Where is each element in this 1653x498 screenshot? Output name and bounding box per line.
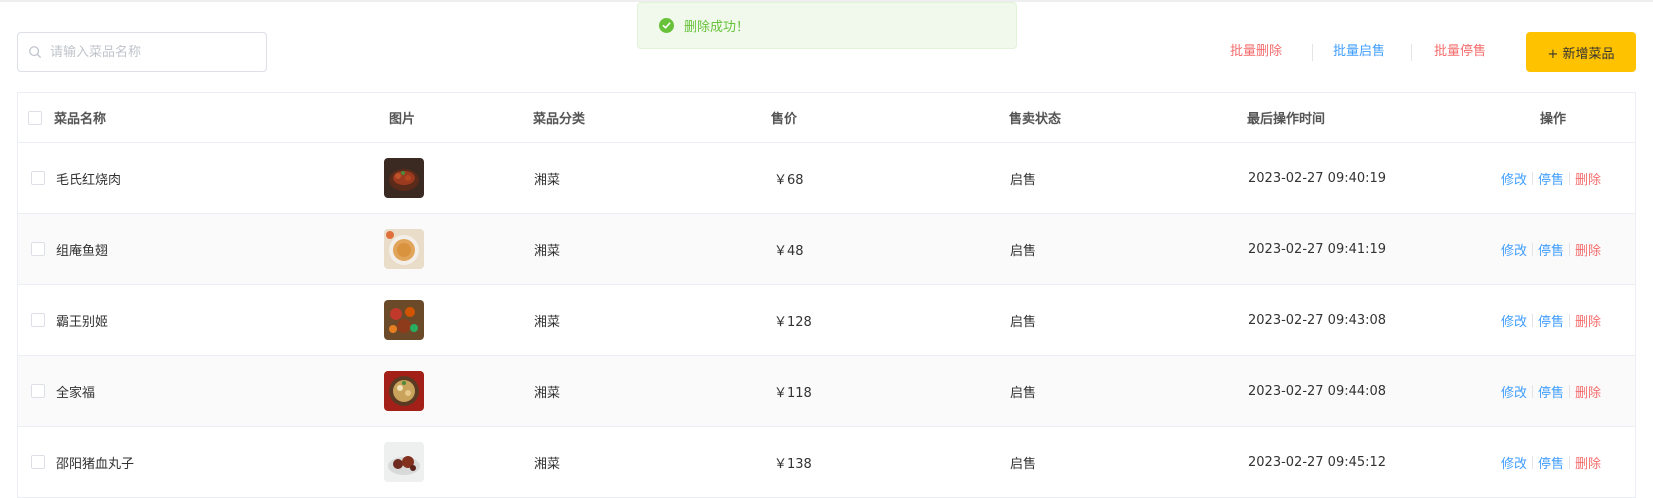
dish-image: [384, 300, 424, 340]
dish-category: 湘菜: [534, 243, 561, 259]
dish-name: 霸王别姬: [56, 314, 109, 330]
op-divider: [1532, 384, 1534, 398]
column-header-price: 售价: [771, 112, 798, 127]
dish-status: 启售: [1010, 314, 1037, 330]
op-divider: [1532, 171, 1534, 185]
edit-link[interactable]: 修改: [1501, 169, 1527, 188]
column-header-category: 菜品分类: [533, 112, 586, 127]
dish-price: ￥68: [774, 172, 804, 188]
table-header: 菜品名称 图片 菜品分类 售价 售卖状态 最后操作时间 操作: [18, 93, 1635, 143]
dish-image: [384, 229, 424, 269]
delete-link[interactable]: 删除: [1575, 169, 1601, 188]
dish-status: 启售: [1010, 243, 1037, 259]
batch-delete-button[interactable]: 批量删除: [1230, 36, 1282, 68]
delete-link[interactable]: 删除: [1575, 240, 1601, 259]
dish-category: 湘菜: [534, 314, 561, 330]
column-header-image: 图片: [389, 112, 416, 127]
edit-link[interactable]: 修改: [1501, 240, 1527, 259]
dish-updated-time: 2023-02-27 09:41:19: [1248, 241, 1387, 257]
dish-name: 毛氏红烧肉: [56, 172, 122, 188]
dish-price: ￥48: [774, 243, 804, 259]
dish-name: 邵阳猪血丸子: [56, 456, 135, 472]
batch-enable-button[interactable]: 批量启售: [1333, 36, 1385, 68]
column-header-status: 售卖状态: [1009, 112, 1062, 127]
dish-updated-time: 2023-02-27 09:43:08: [1248, 312, 1387, 328]
column-header-actions: 操作: [1540, 112, 1567, 127]
edit-link[interactable]: 修改: [1501, 453, 1527, 472]
dish-price: ￥118: [774, 385, 812, 401]
dish-category: 湘菜: [534, 385, 561, 401]
disable-link[interactable]: 停售: [1538, 382, 1564, 401]
action-divider: [1411, 44, 1412, 61]
edit-link[interactable]: 修改: [1501, 311, 1527, 330]
disable-link[interactable]: 停售: [1538, 453, 1564, 472]
dish-updated-time: 2023-02-27 09:45:12: [1248, 454, 1387, 470]
action-divider: [1312, 44, 1313, 61]
dish-category: 湘菜: [534, 172, 561, 188]
op-divider: [1532, 455, 1534, 469]
table-row: 邵阳猪血丸子 湘菜 ￥138 启售 2023-02-27 09:45:12 修改…: [18, 427, 1635, 498]
add-dish-button[interactable]: + 新增菜品: [1526, 32, 1636, 72]
row-checkbox[interactable]: [31, 242, 45, 256]
table-row: 霸王别姬 湘菜 ￥128 启售 2023-02-27 09:43:08 修改 停…: [18, 285, 1635, 356]
dish-price: ￥128: [774, 314, 812, 330]
batch-disable-button[interactable]: 批量停售: [1434, 36, 1486, 68]
delete-link[interactable]: 删除: [1575, 453, 1601, 472]
check-circle-icon: [659, 18, 674, 33]
column-header-name: 菜品名称: [54, 112, 107, 127]
dish-status: 启售: [1010, 456, 1037, 472]
dish-status: 启售: [1010, 385, 1037, 401]
dish-updated-time: 2023-02-27 09:40:19: [1248, 170, 1387, 186]
table-row: 毛氏红烧肉 湘菜 ￥68 启售 2023-02-27 09:40:19 修改 停…: [18, 143, 1635, 214]
op-divider: [1532, 242, 1534, 256]
dish-updated-time: 2023-02-27 09:44:08: [1248, 383, 1387, 399]
dish-category: 湘菜: [534, 456, 561, 472]
op-divider: [1569, 242, 1571, 256]
search-input[interactable]: [50, 44, 240, 60]
success-toast: 删除成功！: [637, 2, 1017, 49]
delete-link[interactable]: 删除: [1575, 311, 1601, 330]
disable-link[interactable]: 停售: [1538, 240, 1564, 259]
row-checkbox[interactable]: [31, 384, 45, 398]
dish-status: 启售: [1010, 172, 1037, 188]
op-divider: [1569, 171, 1571, 185]
delete-link[interactable]: 删除: [1575, 382, 1601, 401]
table-row: 全家福 湘菜 ￥118 启售 2023-02-27 09:44:08 修改 停售…: [18, 356, 1635, 427]
column-header-updated: 最后操作时间: [1247, 112, 1326, 127]
disable-link[interactable]: 停售: [1538, 169, 1564, 188]
row-checkbox[interactable]: [31, 455, 45, 469]
dish-price: ￥138: [774, 456, 812, 472]
dish-image: [384, 442, 424, 482]
op-divider: [1532, 313, 1534, 327]
toast-message: 删除成功！: [684, 20, 750, 35]
dish-image: [384, 158, 424, 198]
search-box[interactable]: [17, 32, 267, 72]
op-divider: [1569, 313, 1571, 327]
disable-link[interactable]: 停售: [1538, 311, 1564, 330]
search-icon: [29, 46, 41, 58]
op-divider: [1569, 384, 1571, 398]
select-all-checkbox[interactable]: [28, 110, 42, 125]
table-row: 组庵鱼翅 湘菜 ￥48 启售 2023-02-27 09:41:19 修改 停售…: [18, 214, 1635, 285]
dish-table: 菜品名称 图片 菜品分类 售价 售卖状态 最后操作时间 操作 毛氏红烧肉 湘菜 …: [17, 92, 1636, 498]
dish-name: 组庵鱼翅: [56, 243, 109, 259]
row-checkbox[interactable]: [31, 171, 45, 185]
edit-link[interactable]: 修改: [1501, 382, 1527, 401]
row-checkbox[interactable]: [31, 313, 45, 327]
dish-image: [384, 371, 424, 411]
dish-name: 全家福: [56, 385, 96, 401]
op-divider: [1569, 455, 1571, 469]
